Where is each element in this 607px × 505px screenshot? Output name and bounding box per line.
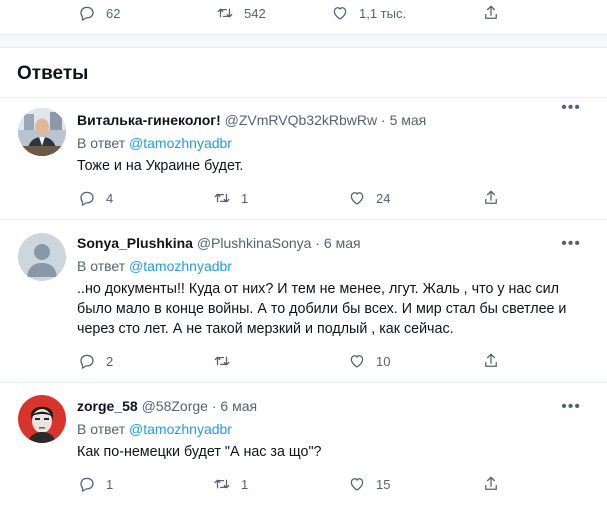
reply-prefix: В ответ (77, 135, 126, 151)
retweet-icon (214, 193, 230, 203)
share-action[interactable] (482, 4, 500, 22)
tweet-text: Как по-немецки будет "А нас за що"? (77, 444, 322, 460)
reply-prefix: В ответ (77, 421, 126, 437)
reply-icon (80, 6, 94, 21)
reply-action[interactable]: 1 (78, 475, 113, 493)
retweet-icon (214, 356, 230, 366)
more-icon[interactable]: ••• (561, 399, 581, 415)
reply-count: 1 (106, 476, 114, 492)
like-action[interactable]: 1,1 тыс. (331, 4, 406, 22)
reply-tweet[interactable]: zorge_58 @58Zorge · 6 мая В ответ @tamoz… (0, 383, 607, 505)
like-action[interactable]: 15 (348, 475, 390, 493)
like-count: 15 (376, 476, 391, 492)
reply-context: В ответ @tamozhnyadbr (77, 420, 587, 438)
retweet-action[interactable] (213, 352, 241, 370)
retweet-icon (217, 8, 233, 18)
reply-action[interactable]: 4 (78, 189, 113, 207)
reply-prefix: В ответ (77, 258, 126, 274)
section-separator (0, 34, 607, 48)
tweet-text: Тоже и на Украине будет. (77, 158, 244, 174)
share-action[interactable] (482, 475, 500, 493)
share-icon (485, 5, 497, 19)
retweet-action[interactable]: 1 (213, 475, 248, 493)
like-action[interactable]: 24 (348, 189, 390, 207)
author-name[interactable]: Виталька-гинеколог! (77, 112, 221, 128)
author-handle[interactable]: @ZVmRVQb32kRbwRw (225, 112, 377, 128)
share-icon (485, 190, 497, 204)
more-icon[interactable]: ••• (561, 100, 581, 116)
like-icon (350, 478, 364, 491)
reply-icon (80, 191, 94, 206)
like-count: 10 (376, 353, 391, 369)
separator-dot: · (211, 398, 217, 414)
share-action[interactable] (482, 189, 500, 207)
like-icon (350, 192, 364, 205)
retweet-count: 1 (241, 190, 249, 206)
reply-icon (80, 354, 94, 369)
tweet-date[interactable]: 5 мая (390, 112, 427, 128)
reply-count: 2 (106, 353, 114, 369)
like-icon (333, 7, 347, 20)
tweet-actions-bar: 62 542 1,1 тыс. (0, 0, 607, 30)
mentioned-user-link[interactable]: @tamozhnyadbr (129, 135, 232, 151)
like-count: 24 (376, 190, 391, 206)
retweet-count: 542 (244, 5, 266, 21)
avatar[interactable] (18, 233, 66, 281)
retweet-action[interactable]: 1 (213, 189, 248, 207)
tweet-date[interactable]: 6 мая (324, 235, 361, 251)
reply-context: В ответ @tamozhnyadbr (77, 257, 587, 275)
like-icon (350, 355, 364, 368)
reply-context: В ответ @tamozhnyadbr (77, 134, 587, 152)
separator-dot: · (315, 235, 321, 251)
separator-dot: · (381, 112, 386, 128)
retweet-action[interactable]: 542 (216, 4, 266, 22)
avatar[interactable] (18, 108, 66, 156)
author-handle[interactable]: @PlushkinaSonya (197, 235, 312, 251)
share-action[interactable] (482, 352, 500, 370)
like-action[interactable]: 10 (348, 352, 390, 370)
author-name[interactable]: Sonya_Plushkina (77, 235, 193, 251)
reply-tweet[interactable]: Sonya_Plushkina @PlushkinaSonya · 6 мая … (0, 220, 607, 381)
share-icon (485, 353, 497, 367)
reply-count: 4 (106, 190, 114, 206)
tweet-text: ..но документы!! Куда от них? И тем не м… (77, 281, 567, 337)
reply-icon (80, 477, 94, 492)
retweet-count: 1 (241, 476, 249, 492)
retweet-icon (214, 479, 230, 489)
mentioned-user-link[interactable]: @tamozhnyadbr (129, 258, 232, 274)
reply-tweet[interactable]: Виталька-гинеколог! @ZVmRVQb32kRbwRw · 5… (0, 98, 607, 218)
avatar[interactable] (18, 395, 66, 443)
author-name[interactable]: zorge_58 (77, 398, 138, 414)
reply-action[interactable]: 62 (78, 4, 120, 22)
reply-action[interactable]: 2 (78, 352, 113, 370)
reply-count: 62 (106, 5, 121, 21)
author-handle[interactable]: @58Zorge (142, 398, 208, 414)
mentioned-user-link[interactable]: @tamozhnyadbr (129, 421, 232, 437)
like-count: 1,1 тыс. (359, 5, 407, 21)
replies-heading: Ответы (17, 63, 89, 84)
share-icon (485, 476, 497, 490)
tweet-date[interactable]: 6 мая (220, 398, 257, 414)
more-icon[interactable]: ••• (561, 236, 581, 252)
